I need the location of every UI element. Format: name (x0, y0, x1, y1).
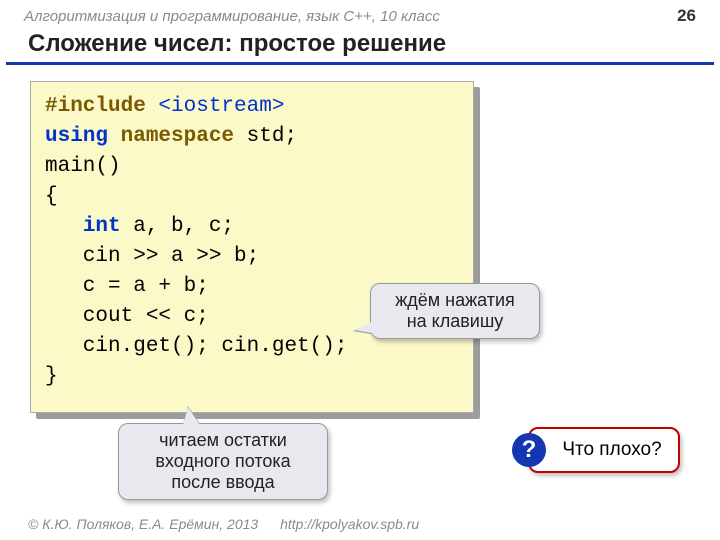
code-brace-open: { (45, 185, 58, 208)
code-cout: cout << c; (45, 305, 209, 328)
question-mark-icon: ? (512, 433, 546, 467)
code-std: std; (247, 125, 297, 148)
code-main: main() (45, 155, 121, 178)
code-box: #include <iostream> using namespace std;… (30, 81, 474, 413)
callout-read-rest: читаем остаткивходного потокапосле ввода (118, 423, 328, 500)
code-assign: c = a + b; (45, 275, 209, 298)
course-label: Алгоритмизация и программирование, язык … (24, 8, 440, 25)
page-number: 26 (677, 6, 696, 26)
code-brace-close: } (45, 365, 58, 388)
code-vars: a, b, c; (121, 215, 234, 238)
callout-whats-bad: ? Что плохо? (528, 427, 680, 473)
page-title: Сложение чисел: простое решение (0, 28, 720, 62)
callout-read-rest-text: читаем остаткивходного потокапосле ввода (155, 430, 290, 492)
callout-whats-bad-text: Что плохо? (562, 439, 661, 460)
code-include-header: <iostream> (158, 95, 284, 118)
callout-tail-icon (183, 407, 200, 425)
code-using: using (45, 125, 108, 148)
callout-wait-key-text: ждём нажатияна клавишу (395, 290, 515, 331)
footer-copyright: © К.Ю. Поляков, Е.А. Ерёмин, 2013 (28, 516, 258, 532)
code-int: int (83, 215, 121, 238)
code-cinget: cin.get(); cin.get(); (45, 335, 347, 358)
callout-wait-key: ждём нажатияна клавишу (370, 283, 540, 339)
code-include-directive: #include (45, 95, 158, 118)
callout-tail-icon (354, 322, 372, 333)
top-bar: Алгоритмизация и программирование, язык … (0, 0, 720, 28)
code-indent (45, 215, 83, 238)
content-area: #include <iostream> using namespace std;… (0, 65, 720, 485)
code-namespace: namespace (108, 125, 247, 148)
footer: © К.Ю. Поляков, Е.А. Ерёмин, 2013 http:/… (0, 510, 720, 540)
footer-url: http://kpolyakov.spb.ru (280, 516, 419, 532)
code-cin: cin >> a >> b; (45, 245, 259, 268)
